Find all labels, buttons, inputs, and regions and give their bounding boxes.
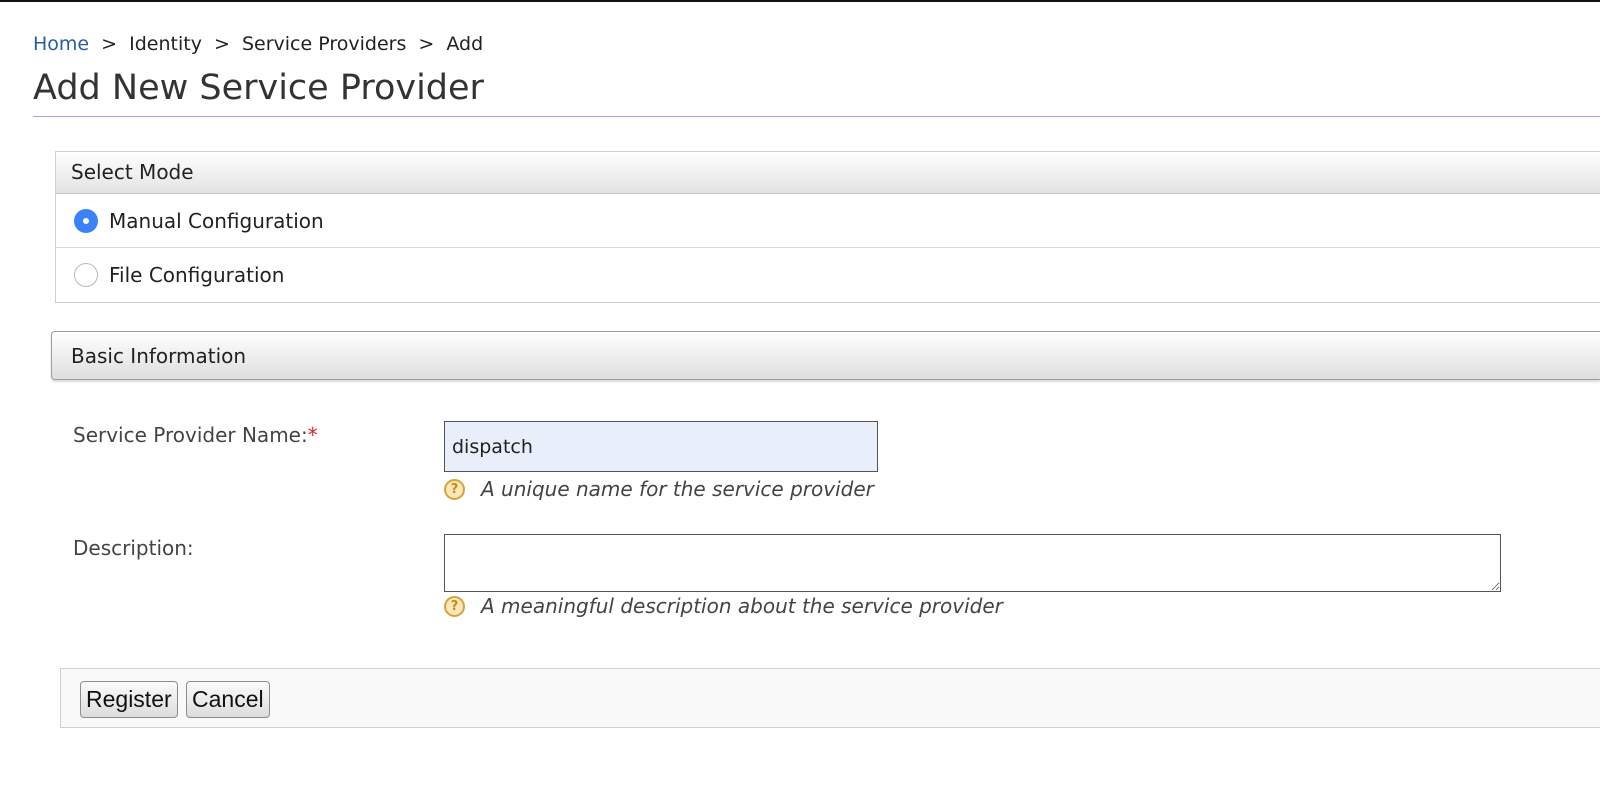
service-provider-name-input[interactable] xyxy=(444,421,878,472)
select-mode-header: Select Mode xyxy=(56,152,1600,194)
manual-configuration-radio[interactable] xyxy=(74,208,98,233)
top-border xyxy=(0,0,1600,2)
breadcrumb-identity: Identity xyxy=(129,33,202,55)
description-label: Description: xyxy=(73,536,194,560)
file-configuration-radio[interactable] xyxy=(74,263,98,287)
breadcrumb-separator: > xyxy=(418,33,435,55)
register-button[interactable]: Register xyxy=(80,681,178,718)
file-configuration-label[interactable]: File Configuration xyxy=(109,263,284,287)
manual-configuration-label[interactable]: Manual Configuration xyxy=(109,209,324,233)
breadcrumb-add: Add xyxy=(446,33,484,55)
breadcrumb-home-link[interactable]: Home xyxy=(33,33,89,55)
required-asterisk: * xyxy=(307,423,318,447)
cancel-button[interactable]: Cancel xyxy=(186,681,270,718)
service-provider-name-label-text: Service Provider Name: xyxy=(73,423,308,447)
breadcrumb-separator: > xyxy=(214,33,230,55)
description-help: ? A meaningful description about the ser… xyxy=(444,594,1003,618)
mode-option-file[interactable]: File Configuration xyxy=(56,248,1600,302)
service-provider-name-label: Service Provider Name:* xyxy=(73,423,318,447)
mode-option-manual[interactable]: Manual Configuration xyxy=(56,194,1600,248)
breadcrumb: Home > Identity > Service Providers > Ad… xyxy=(33,33,483,55)
question-circle-icon: ? xyxy=(444,478,465,500)
action-button-bar: Register Cancel xyxy=(60,668,1600,728)
description-help-text: A meaningful description about the servi… xyxy=(481,594,1003,618)
description-textarea[interactable] xyxy=(444,534,1501,592)
question-circle-icon: ? xyxy=(444,595,465,617)
basic-information-header[interactable]: Basic Information xyxy=(51,331,1600,380)
page-title: Add New Service Provider xyxy=(33,66,1600,117)
breadcrumb-separator: > xyxy=(101,33,118,55)
breadcrumb-service-providers: Service Providers xyxy=(241,33,407,55)
service-provider-name-help-text: A unique name for the service provider xyxy=(481,477,874,501)
select-mode-panel: Select Mode Manual Configuration File Co… xyxy=(55,151,1600,303)
service-provider-name-help: ? A unique name for the service provider xyxy=(444,477,874,501)
